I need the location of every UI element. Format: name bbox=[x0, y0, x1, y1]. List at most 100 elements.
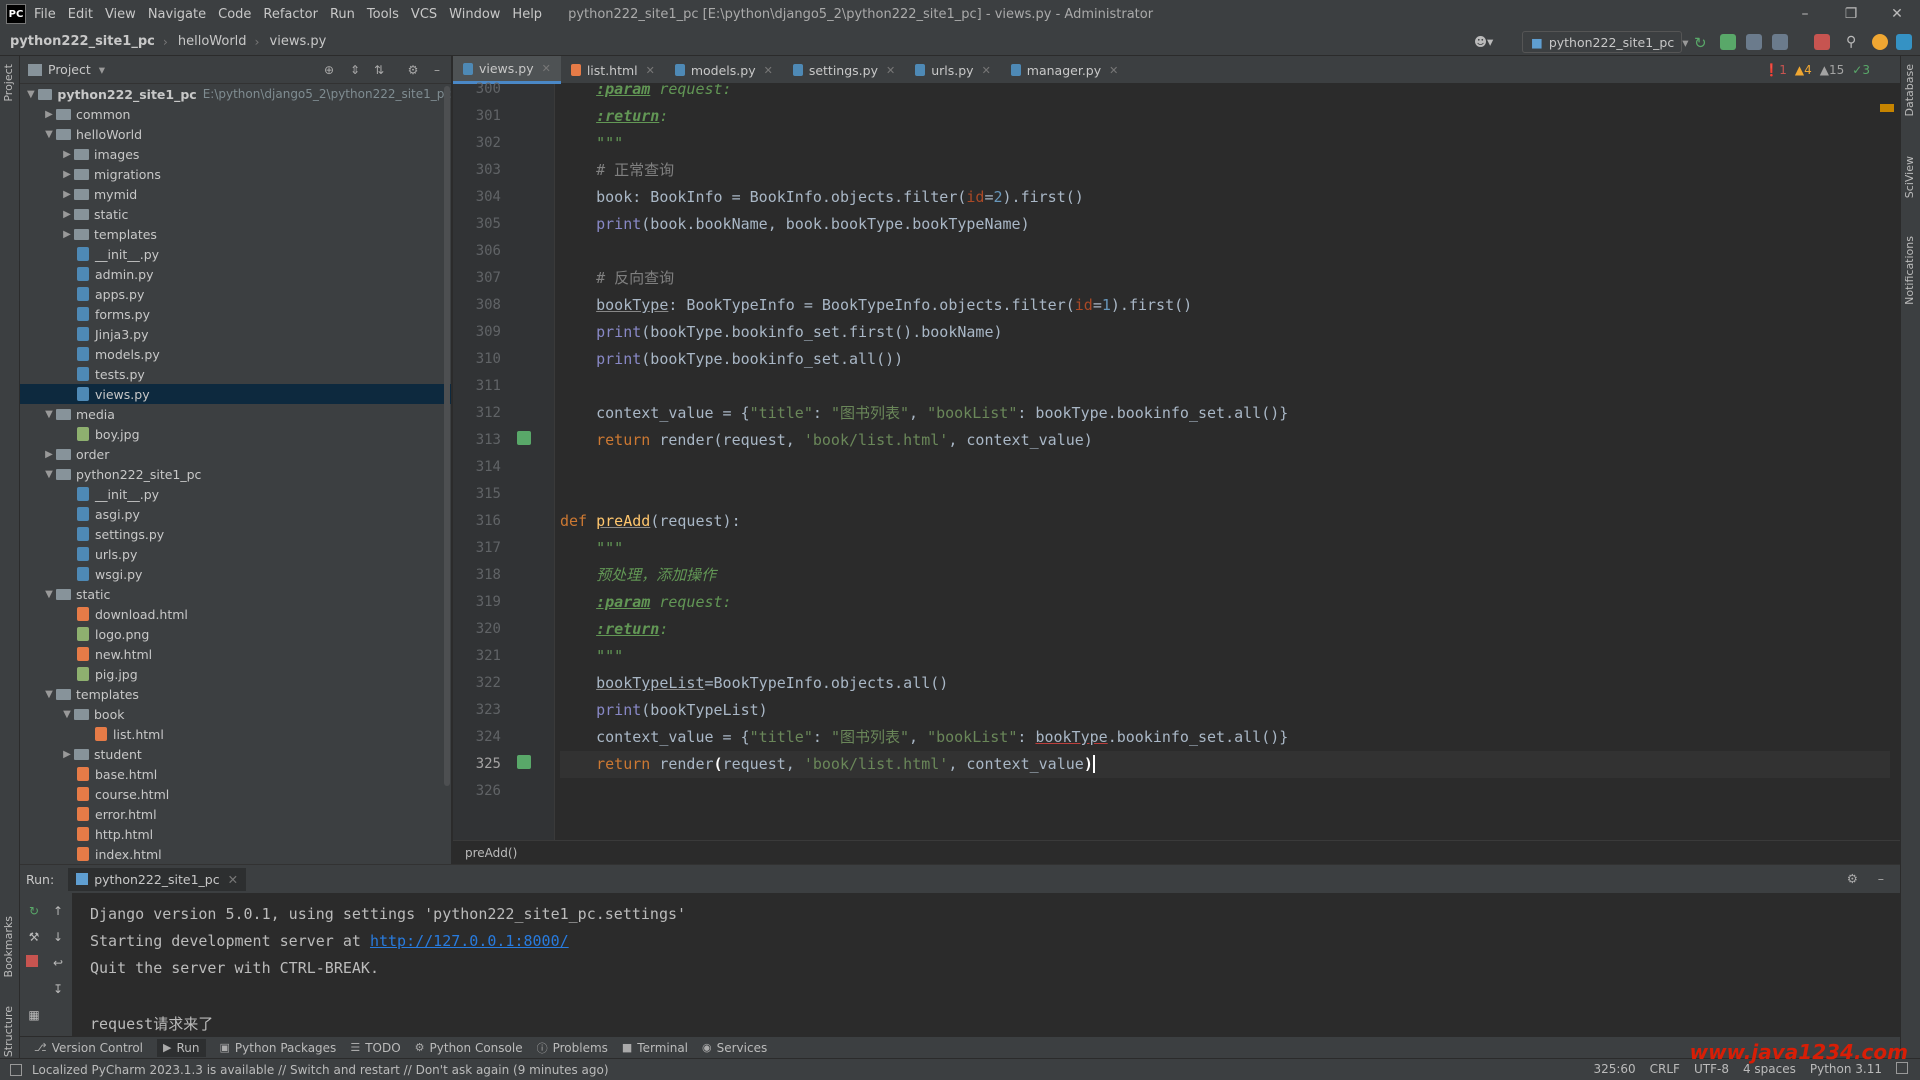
tree-item[interactable]: list.html bbox=[20, 724, 451, 744]
menu-item-edit[interactable]: Edit bbox=[68, 7, 93, 22]
tool-window-python-console[interactable]: ⚙ Python Console bbox=[415, 1041, 523, 1055]
line-number[interactable]: 305 bbox=[457, 211, 501, 238]
code-line[interactable]: def preAdd(request): bbox=[560, 508, 1890, 535]
tree-item[interactable]: ▶ static bbox=[20, 204, 451, 224]
template-link-icon[interactable] bbox=[517, 431, 531, 445]
line-number[interactable]: 326 bbox=[457, 778, 501, 805]
status-message[interactable]: Localized PyCharm 2023.1.3 is available … bbox=[32, 1063, 609, 1077]
tree-item[interactable]: error.html bbox=[20, 804, 451, 824]
menu-item-navigate[interactable]: Navigate bbox=[148, 7, 206, 22]
project-tool-tab[interactable]: Project bbox=[2, 64, 15, 102]
line-number[interactable]: 310 bbox=[457, 346, 501, 373]
close-icon[interactable]: ✕ bbox=[982, 64, 991, 77]
tree-item[interactable]: admin.py bbox=[20, 264, 451, 284]
rerun-icon[interactable]: ↻ bbox=[1694, 34, 1710, 52]
tree-item[interactable]: settings.py bbox=[20, 524, 451, 544]
tree-item[interactable]: ▶ common bbox=[20, 104, 451, 124]
database-tool-tab[interactable]: Database bbox=[1903, 64, 1916, 117]
line-number[interactable]: 321 bbox=[457, 643, 501, 670]
locate-icon[interactable]: ⊕ bbox=[322, 63, 336, 77]
project-panel-title[interactable]: Project bbox=[48, 62, 91, 77]
line-number[interactable]: 325 bbox=[457, 751, 501, 778]
tree-item[interactable]: apps.py bbox=[20, 284, 451, 304]
code-line[interactable]: :return: bbox=[560, 616, 1890, 643]
code-line[interactable]: """ bbox=[560, 130, 1890, 157]
hide-icon[interactable]: – bbox=[1878, 871, 1884, 886]
tree-item[interactable]: ▶ student bbox=[20, 744, 451, 764]
menu-item-help[interactable]: Help bbox=[512, 7, 542, 22]
breadcrumb-file[interactable]: views.py bbox=[270, 34, 327, 49]
line-number[interactable]: 304 bbox=[457, 184, 501, 211]
tool-window-python-packages[interactable]: ▣ Python Packages bbox=[220, 1041, 337, 1055]
tree-item[interactable]: http.html bbox=[20, 824, 451, 844]
line-number[interactable]: 324 bbox=[457, 724, 501, 751]
code-line[interactable]: bookType: BookTypeInfo = BookTypeInfo.ob… bbox=[560, 292, 1890, 319]
menu-item-view[interactable]: View bbox=[105, 7, 136, 22]
line-number[interactable]: 322 bbox=[457, 670, 501, 697]
file-encoding[interactable]: UTF-8 bbox=[1694, 1062, 1729, 1076]
code-line[interactable]: context_value = {"title": "图书列表", "bookL… bbox=[560, 400, 1890, 427]
code-line[interactable]: :return: bbox=[560, 103, 1890, 130]
expand-all-icon[interactable]: ⇕ bbox=[348, 63, 362, 77]
line-number[interactable]: 317 bbox=[457, 535, 501, 562]
line-number[interactable]: 315 bbox=[457, 481, 501, 508]
line-number[interactable]: 306 bbox=[457, 238, 501, 265]
line-separator[interactable]: CRLF bbox=[1650, 1062, 1680, 1076]
line-number[interactable]: 309 bbox=[457, 319, 501, 346]
code-line[interactable] bbox=[560, 373, 1890, 400]
gear-icon[interactable]: ⚙ bbox=[406, 63, 420, 77]
editor-tab[interactable]: manager.py ✕ bbox=[1001, 56, 1129, 84]
tree-item[interactable]: ▼ media bbox=[20, 404, 451, 424]
close-icon[interactable]: ✕ bbox=[1109, 64, 1118, 77]
code-line[interactable]: """ bbox=[560, 643, 1890, 670]
line-number[interactable]: 311 bbox=[457, 373, 501, 400]
notifications-tool-tab[interactable]: Notifications bbox=[1903, 236, 1916, 305]
tree-item[interactable]: Jinja3.py bbox=[20, 324, 451, 344]
tool-window-services[interactable]: ◉ Services bbox=[702, 1041, 767, 1055]
code-line[interactable]: return render(request, 'book/list.html',… bbox=[560, 751, 1890, 778]
code-editor[interactable]: :param request: :return: """ # 正常查询 book… bbox=[556, 84, 1898, 840]
editor-tab[interactable]: list.html ✕ bbox=[561, 56, 665, 84]
indent-setting[interactable]: 4 spaces bbox=[1743, 1062, 1796, 1076]
tree-item[interactable]: views.py bbox=[20, 384, 451, 404]
tool-window-version-control[interactable]: ⎇ Version Control bbox=[34, 1041, 143, 1055]
stop-icon[interactable] bbox=[1814, 34, 1830, 50]
minimize-icon[interactable]: – bbox=[1782, 0, 1828, 28]
tree-item[interactable]: boy.jpg bbox=[20, 424, 451, 444]
line-number[interactable]: 302 bbox=[457, 130, 501, 157]
code-line[interactable]: # 反向查询 bbox=[560, 265, 1890, 292]
menu-item-refactor[interactable]: Refactor bbox=[263, 7, 318, 22]
code-line[interactable] bbox=[560, 481, 1890, 508]
code-line[interactable]: print(book.bookName, book.bookType.bookT… bbox=[560, 211, 1890, 238]
line-number[interactable]: 320 bbox=[457, 616, 501, 643]
tree-item[interactable]: index.html bbox=[20, 844, 451, 864]
code-line[interactable]: # 正常查询 bbox=[560, 157, 1890, 184]
menu-item-vcs[interactable]: VCS bbox=[411, 7, 437, 22]
bookmarks-tool-tab[interactable]: Bookmarks bbox=[2, 916, 15, 977]
code-line[interactable]: book: BookInfo = BookInfo.objects.filter… bbox=[560, 184, 1890, 211]
tree-item[interactable]: tests.py bbox=[20, 364, 451, 384]
template-link-icon[interactable] bbox=[517, 755, 531, 769]
menu-item-tools[interactable]: Tools bbox=[367, 7, 399, 22]
close-icon[interactable]: ✕ bbox=[228, 872, 238, 887]
close-icon[interactable]: ✕ bbox=[764, 64, 773, 77]
tree-item[interactable]: ▶ templates bbox=[20, 224, 451, 244]
editor-tab[interactable]: models.py ✕ bbox=[665, 56, 783, 84]
tree-item[interactable]: course.html bbox=[20, 784, 451, 804]
chevron-down-icon[interactable]: ▾ bbox=[99, 62, 105, 77]
python-interpreter[interactable]: Python 3.11 bbox=[1810, 1062, 1882, 1076]
jetbrains-icon[interactable] bbox=[1896, 34, 1912, 50]
close-icon[interactable]: ✕ bbox=[646, 64, 655, 77]
code-line[interactable]: bookTypeList=BookTypeInfo.objects.all() bbox=[560, 670, 1890, 697]
tree-item[interactable]: ▶ mymid bbox=[20, 184, 451, 204]
editor-tab[interactable]: settings.py ✕ bbox=[783, 56, 905, 84]
tool-window-run[interactable]: ▶ Run bbox=[157, 1038, 206, 1057]
code-line[interactable]: return render(request, 'book/list.html',… bbox=[560, 427, 1890, 454]
line-number[interactable]: 314 bbox=[457, 454, 501, 481]
tree-item[interactable]: asgi.py bbox=[20, 504, 451, 524]
code-line[interactable] bbox=[560, 778, 1890, 805]
tree-item[interactable]: __init__.py bbox=[20, 484, 451, 504]
tree-item[interactable]: new.html bbox=[20, 644, 451, 664]
tree-item[interactable]: ▶ order bbox=[20, 444, 451, 464]
line-number[interactable]: 323 bbox=[457, 697, 501, 724]
